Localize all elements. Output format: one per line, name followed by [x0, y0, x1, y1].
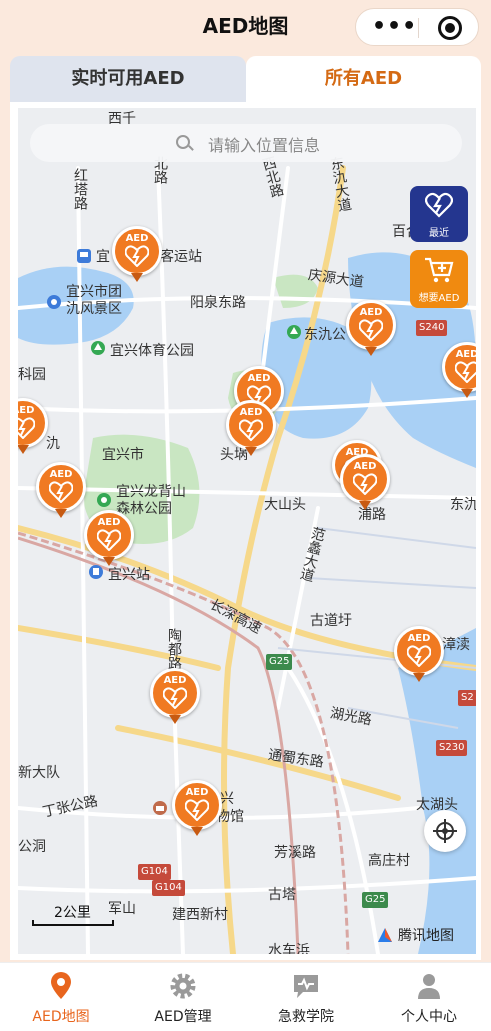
- map-scale-label: 2公里: [54, 905, 91, 921]
- aed-marker[interactable]: AED: [340, 454, 390, 512]
- map-label-guta: 古塔: [268, 887, 296, 903]
- road-badge-g104-a: G104: [138, 864, 171, 880]
- nearest-aed-button[interactable]: 最近: [410, 186, 468, 242]
- nearest-aed-label: 最近: [429, 228, 449, 239]
- aed-filter-tabs: 实时可用AED 所有AED: [10, 56, 481, 102]
- aed-marker[interactable]: AED: [346, 300, 396, 358]
- scenic-camera-icon: [97, 493, 111, 507]
- map-label-dongjiu-park: 东氿公: [304, 327, 346, 343]
- map-container: 西千 红塔路 北路 西北路 东氿大道 百合 宜 客运站 庆源大道 阳泉东路 宜兴…: [10, 102, 481, 960]
- tab-realtime-aed[interactable]: 实时可用AED: [10, 56, 246, 102]
- tab-aed-management[interactable]: AED管理: [122, 963, 244, 1031]
- map-label-yangquan-east-road: 阳泉东路: [190, 295, 246, 311]
- title-bar: AED地图 •••: [0, 0, 491, 52]
- map-label-museum-a: 兴: [220, 791, 234, 807]
- aed-marker[interactable]: AED: [394, 626, 444, 684]
- want-aed-label: 想要AED: [418, 293, 460, 304]
- person-icon: [418, 974, 440, 999]
- heart-bolt-icon: [425, 192, 453, 218]
- park-tree-icon: [287, 325, 301, 339]
- aed-marker[interactable]: AED: [150, 668, 200, 726]
- map-label-jianxi-village: 建西新村: [172, 907, 228, 923]
- aed-marker[interactable]: AED: [112, 226, 162, 284]
- shopping-cart-plus-icon: [425, 257, 454, 283]
- map-view[interactable]: 西千 红塔路 北路 西北路 东氿大道 百合 宜 客运站 庆源大道 阳泉东路 宜兴…: [18, 108, 476, 954]
- map-label-gongdong: 公洞: [18, 839, 46, 855]
- map-label-yixing-city: 宜兴市: [102, 447, 144, 463]
- map-label-tuanjiu-scenic: 宜兴市团 氿风景区: [66, 284, 122, 317]
- aed-marker[interactable]: AED: [18, 398, 48, 456]
- road-badge-s230: S230: [436, 740, 468, 756]
- road-badge-g104-b: G104: [152, 880, 185, 896]
- tencent-map-icon: [378, 928, 392, 942]
- map-label-hongta-road: 红塔路: [72, 168, 88, 210]
- park-tree-icon: [91, 341, 105, 355]
- museum-icon: [153, 801, 167, 815]
- map-scale-bar: [32, 920, 114, 926]
- aed-marker[interactable]: AED: [442, 342, 476, 400]
- road-badge-s240: S240: [416, 320, 448, 336]
- location-search-bar[interactable]: 请输入位置信息: [30, 124, 462, 162]
- map-label-jiu: 氿: [46, 436, 60, 452]
- tab-first-aid-academy[interactable]: 急救学院: [245, 963, 367, 1031]
- more-menu-button[interactable]: •••: [372, 14, 417, 39]
- map-label-sports-park: 宜兴体育公园: [110, 343, 194, 359]
- locate-me-button[interactable]: [424, 810, 466, 852]
- map-label-xindadui: 新大队: [18, 765, 60, 781]
- map-pin-icon: [51, 972, 71, 999]
- map-label-bus-station-b: 客运站: [160, 249, 202, 265]
- map-label-dongjiu: 东氿: [450, 497, 476, 513]
- bus-station-icon: [77, 249, 91, 263]
- road-badge-s2: S2: [458, 690, 476, 706]
- chat-heart-icon: [294, 975, 318, 998]
- aed-marker[interactable]: AED: [36, 462, 86, 520]
- bottom-tab-bar: AED地图 AED管理 急救学院 个人中心: [0, 962, 491, 1031]
- close-miniapp-icon[interactable]: [438, 16, 462, 40]
- aed-marker[interactable]: AED: [84, 510, 134, 568]
- map-label-gudaoyu: 古道圩: [310, 613, 352, 629]
- map-label-fangxi-road: 芳溪路: [274, 845, 316, 861]
- capsule-divider: [418, 18, 419, 38]
- scenic-camera-icon: [47, 295, 61, 309]
- map-label-zhangdu: 漳渎: [442, 637, 470, 653]
- aed-marker[interactable]: AED: [172, 780, 222, 838]
- tab-all-aed[interactable]: 所有AED: [246, 56, 481, 102]
- search-icon: [176, 135, 190, 149]
- want-aed-button[interactable]: 想要AED: [410, 250, 468, 308]
- map-label-taodu-road: 陶都路: [166, 628, 182, 670]
- search-placeholder: 请输入位置信息: [208, 136, 321, 155]
- map-scale: 2公里: [32, 900, 114, 926]
- map-label-gaozhuang: 高庄村: [368, 853, 410, 869]
- map-label-shuichebang: 水车浜: [268, 943, 310, 954]
- miniapp-capsule: •••: [355, 8, 479, 46]
- map-label-bus-station-a: 宜: [96, 249, 110, 265]
- aed-marker[interactable]: AED: [226, 400, 276, 458]
- tab-aed-map[interactable]: AED地图: [0, 963, 122, 1031]
- tab-personal-center[interactable]: 个人中心: [368, 963, 490, 1031]
- road-badge-g25-a: G25: [266, 654, 293, 670]
- locate-icon: [436, 822, 454, 840]
- road-badge-g25-b: G25: [362, 892, 389, 908]
- map-label-dashantou: 大山头: [264, 497, 306, 513]
- gear-icon: [170, 973, 196, 999]
- map-label-keyuan: 科园: [18, 367, 46, 383]
